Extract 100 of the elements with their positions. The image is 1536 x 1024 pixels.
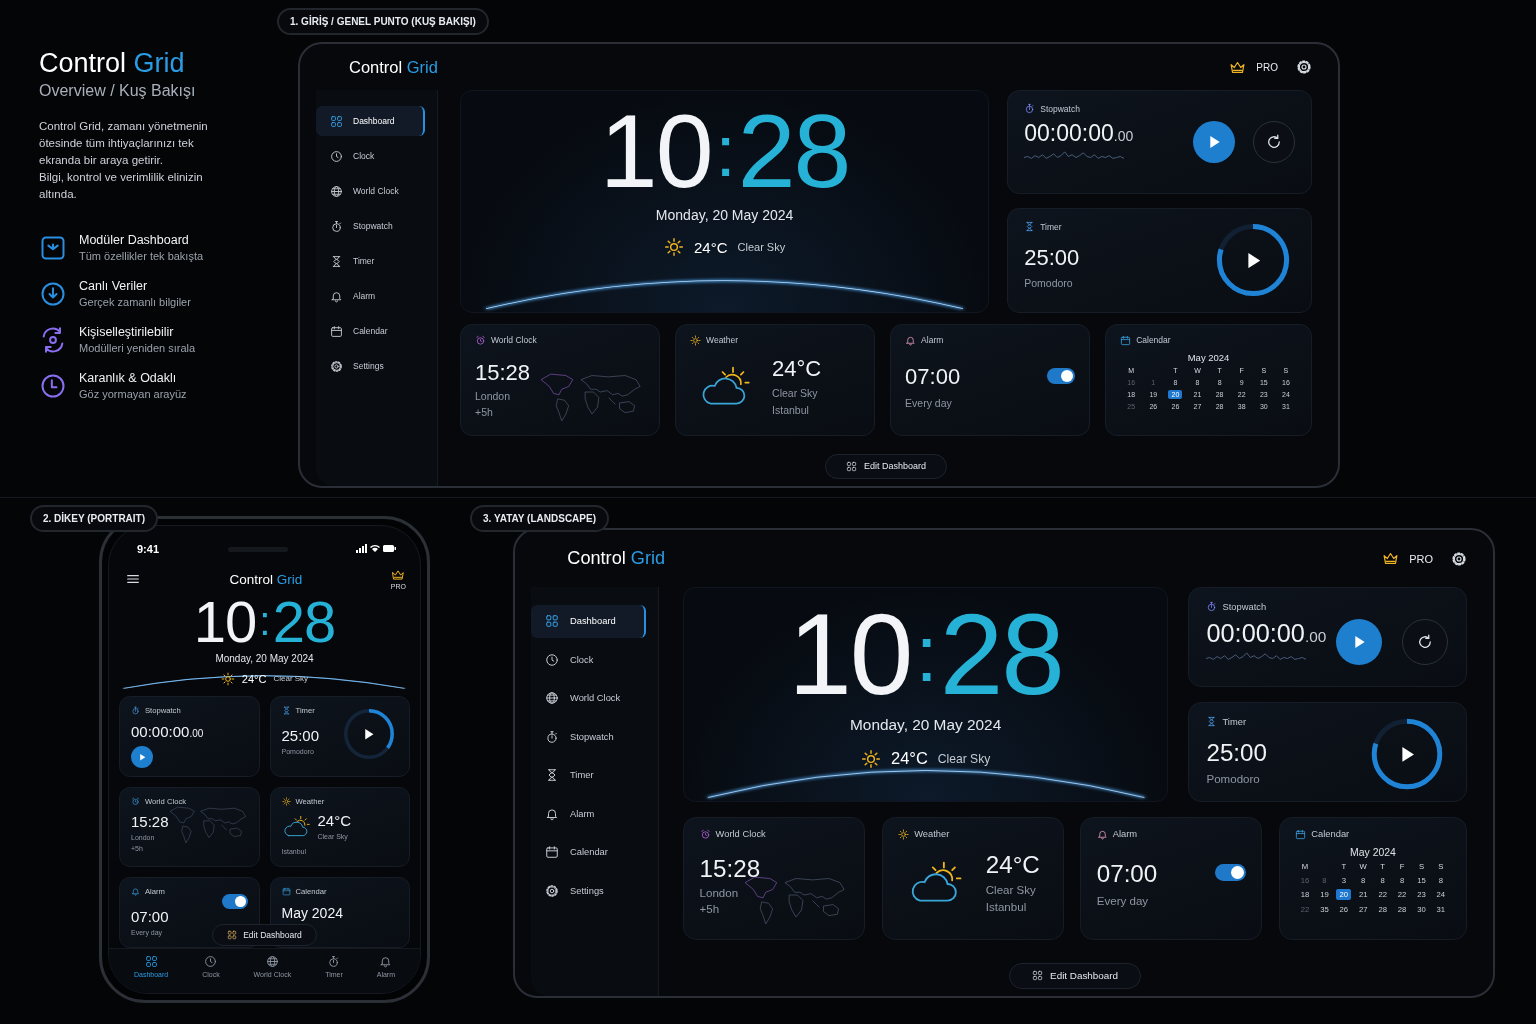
clock-hours: 10 (599, 99, 712, 203)
alarm-repeat: Every day (905, 396, 953, 409)
city-name: Istanbul (772, 403, 810, 416)
sidebar-item[interactable]: Calendar (531, 835, 646, 869)
sidebar-item[interactable]: Alarm (531, 797, 646, 831)
sidebar-item[interactable]: Dashboard (531, 604, 646, 638)
sidebar-item[interactable]: World Clock (531, 681, 646, 715)
clock-minutes: 28 (737, 99, 850, 203)
card-title: Stopwatch (1040, 103, 1080, 114)
clock-separator: : (715, 114, 734, 188)
description-text: Control Grid, zamanı yönetmenin ötesinde tüm ihtiyaçlarınızı tek ekranda bir araya getirir. (39, 119, 209, 168)
sidebar-item[interactable]: Alarm (316, 281, 425, 311)
pro-label: PRO (1409, 552, 1433, 565)
sidebar-item[interactable]: Settings (316, 351, 425, 381)
date-text: Monday, 20 May 2024 (215, 652, 314, 664)
city-name: London (475, 389, 512, 402)
time-offset: +5h (475, 405, 494, 418)
card-title: Alarm (1112, 829, 1138, 840)
description-text: Bilgi, kontrol ve verimlilik elinizin altında. (39, 170, 204, 202)
sidebar-item[interactable]: Clock (316, 141, 425, 171)
temperature: 24°C (985, 850, 1040, 879)
card-title: Calendar (1136, 335, 1171, 346)
sidebar-item[interactable]: World Clock (316, 176, 425, 206)
temperature: 24°C (891, 749, 928, 769)
date-text: Monday, 20 May 2024 (655, 207, 794, 223)
sidebar-item[interactable]: Settings (531, 874, 646, 908)
brand-title: Control Grid (39, 48, 186, 79)
sidebar-item[interactable]: Stopwatch (316, 211, 425, 241)
section-label: 3. YATAY (LANDSCAPE) (470, 505, 609, 532)
feature-title: Canlı Veriler (79, 279, 149, 293)
sidebar-item[interactable]: Stopwatch (531, 720, 646, 754)
weather-condition: Clear Sky (737, 241, 786, 253)
clock-minutes: 28 (939, 596, 1063, 712)
calendar-month: May 2024 (281, 905, 344, 922)
timer-time: 25:00 (1206, 739, 1267, 768)
temperature: 24°C (317, 812, 351, 830)
stopwatch-time: 00:00:00.00 (1024, 120, 1134, 146)
sidebar-item[interactable]: Clock (531, 643, 646, 677)
app-title: Control Grid (567, 548, 666, 569)
status-time: 9:41 (137, 543, 160, 555)
alarm-time: 07:00 (1096, 859, 1158, 888)
weather-condition: Clear Sky (273, 674, 309, 684)
world-time: 15:28 (131, 813, 170, 831)
subtitle: Overview / Kuş Bakışı (39, 82, 197, 100)
clock-minutes: 28 (272, 592, 336, 651)
card-title: Alarm (921, 335, 944, 346)
card-title: Calendar (1311, 829, 1350, 840)
weather-condition: Clear Sky (937, 752, 991, 766)
pro-label: PRO (1256, 61, 1278, 73)
card-title: World Clock (491, 335, 537, 346)
card-title: Timer (1222, 716, 1246, 727)
feature-subtitle: Tüm özellikler tek bakışta (79, 250, 204, 262)
feature-subtitle: Modülleri yeniden sırala (79, 342, 196, 354)
date-text: Monday, 20 May 2024 (850, 715, 1002, 734)
edit-dashboard-button[interactable]: Edit Dashboard (824, 453, 947, 479)
feature-title: Karanlık & Odaklı (79, 371, 178, 385)
timer-caption: Pomodoro (1024, 277, 1074, 290)
weather-condition: Clear Sky (772, 386, 819, 399)
timer-time: 25:00 (1024, 245, 1080, 272)
card-title: Stopwatch (1222, 601, 1267, 612)
feature-subtitle: Göz yormayan arayüz (79, 388, 187, 400)
clock-hours: 10 (788, 596, 912, 712)
app-title: Control Grid (349, 57, 438, 77)
clock-separator: : (915, 613, 936, 695)
stopwatch-time: 00:00:00.00 (1206, 619, 1327, 648)
feature-subtitle: Gerçek zamanlı bilgiler (79, 296, 191, 308)
card-title: World Clock (715, 829, 766, 840)
edit-dashboard-button[interactable]: Edit Dashboard (1009, 962, 1142, 989)
clock-hours: 10 (193, 592, 257, 651)
section-label: 2. DİKEY (PORTRAIT) (30, 505, 159, 532)
alarm-time: 07:00 (131, 908, 169, 926)
card-title: Timer (1040, 221, 1062, 232)
card-title: Weather (706, 335, 739, 346)
sidebar-item[interactable]: Timer (531, 758, 646, 792)
world-time: 15:28 (475, 359, 532, 386)
clock-separator: : (259, 601, 270, 643)
temperature: 24°C (772, 355, 822, 382)
alarm-repeat: Every day (1096, 894, 1150, 907)
section-label: 1. GİRİŞ / GENEL PUNTO (KUŞ BAKIŞI) (277, 8, 489, 35)
sidebar-item[interactable]: Dashboard (316, 106, 425, 136)
weather-condition: Clear Sky (985, 883, 1037, 896)
edit-dashboard-button[interactable]: Edit Dashboard (212, 924, 317, 946)
feature-title: Kişiselleştirilebilir (79, 325, 175, 339)
time-offset: +5h (699, 903, 721, 916)
world-time: 15:28 (699, 855, 762, 884)
card-title: Weather (914, 829, 950, 840)
stopwatch-time: 00:00:00.00 (131, 723, 205, 741)
city-name: Istanbul (985, 900, 1028, 913)
city-name: London (699, 887, 740, 900)
calendar-month: May 2024 (1349, 846, 1397, 858)
calendar-month: May 2024 (1186, 351, 1231, 363)
temperature: 24°C (241, 672, 267, 685)
sidebar-item[interactable]: Timer (316, 246, 425, 276)
alarm-time: 07:00 (905, 363, 961, 390)
sidebar-item[interactable]: Calendar (316, 316, 425, 346)
timer-caption: Pomodoro (1206, 773, 1261, 786)
app-title: Control Grid (229, 571, 303, 587)
feature-title: Modüler Dashboard (79, 233, 190, 247)
timer-time: 25:00 (281, 727, 320, 745)
temperature: 24°C (694, 238, 728, 256)
